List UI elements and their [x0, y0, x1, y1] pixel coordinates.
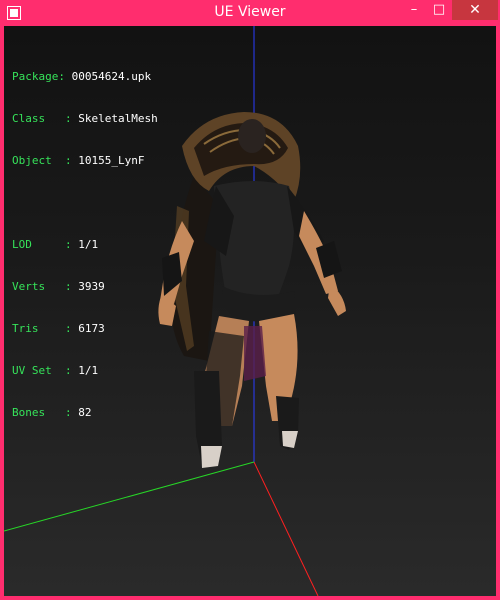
- mesh-info-panel: Package: 00054624.upk Class : SkeletalMe…: [12, 42, 158, 448]
- info-row-class: Class : SkeletalMesh: [12, 112, 158, 126]
- info-label: Package:: [12, 70, 72, 83]
- info-row-object: Object : 10155_LynF: [12, 154, 158, 168]
- title-bar[interactable]: UE Viewer – □ ✕: [0, 0, 500, 26]
- x-axis-line: [253, 461, 319, 596]
- info-value: 82: [78, 406, 92, 419]
- info-value: 3939: [78, 280, 105, 293]
- maximize-button[interactable]: □: [425, 0, 453, 20]
- info-row-verts: Verts : 3939: [12, 280, 158, 294]
- info-value: 6173: [78, 322, 105, 335]
- z-axis-line: [4, 461, 255, 532]
- info-value: SkeletalMesh: [78, 112, 158, 125]
- info-label: Object :: [12, 154, 79, 167]
- minimize-button[interactable]: –: [400, 0, 428, 20]
- character-mesh: [158, 112, 346, 468]
- app-window: UE Viewer – □ ✕ Package: 00054624.upk Cl…: [0, 0, 500, 600]
- info-label: LOD :: [12, 238, 79, 251]
- info-row-tris: Tris : 6173: [12, 322, 158, 336]
- info-value: 10155_LynF: [78, 154, 145, 167]
- info-label: Bones :: [12, 406, 79, 419]
- info-label: Class :: [12, 112, 79, 125]
- info-row-package: Package: 00054624.upk: [12, 70, 158, 84]
- info-row-bones: Bones : 82: [12, 406, 158, 420]
- info-row-uvset: UV Set : 1/1: [12, 364, 158, 378]
- info-label: UV Set :: [12, 364, 79, 377]
- info-label: Verts :: [12, 280, 79, 293]
- info-label: Tris :: [12, 322, 79, 335]
- info-row-lod: LOD : 1/1: [12, 238, 158, 252]
- close-button[interactable]: ✕: [452, 0, 498, 20]
- info-value: 1/1: [78, 364, 99, 377]
- info-value: 1/1: [78, 238, 99, 251]
- info-value: 00054624.upk: [71, 70, 152, 83]
- 3d-viewport[interactable]: Package: 00054624.upk Class : SkeletalMe…: [4, 26, 496, 596]
